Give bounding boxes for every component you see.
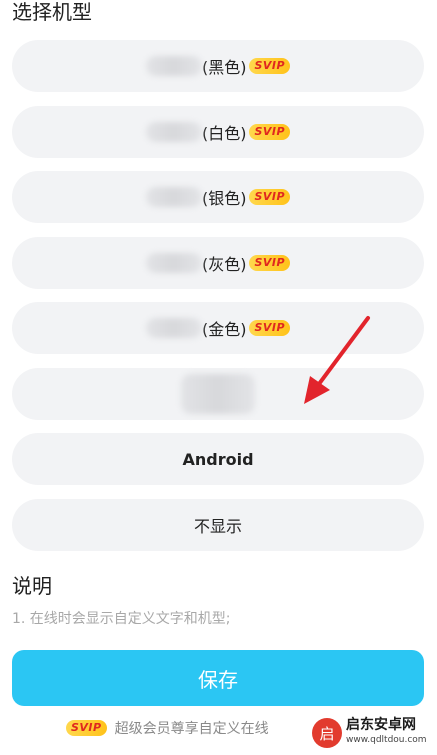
model-option-white[interactable]: (白色) SVIP [12,105,424,158]
model-option-android[interactable]: Android [12,433,424,485]
watermark-url: www.qdltdou.com [346,735,427,745]
description-text: 1. 在线时会显示自定义文字和机型; [12,608,424,630]
footer-text: 超级会员尊享自定义在线 [114,721,269,737]
site-watermark: 启 启东安卓网 www.qdltdou.com [312,714,430,752]
watermark-logo-icon: 启 [312,718,342,748]
svip-badge: SVIP [249,58,291,74]
save-button[interactable]: 保存 [12,650,424,706]
svip-footer-note: SVIP 超级会员尊享自定义在线 [66,718,269,738]
option-label: (金色) [201,320,247,339]
svip-badge: SVIP [66,720,107,736]
model-option-hide[interactable]: 不显示 [12,498,424,551]
option-label: (白色) [201,123,247,143]
watermark-title: 启东安卓网 [346,717,416,733]
option-label: 不显示 [193,516,242,536]
option-label: (黑色) [201,58,247,77]
blurred-model-name [145,318,202,338]
blurred-model-name [145,56,202,76]
svip-badge: SVIP [249,189,291,205]
blurred-model-name [145,121,202,142]
blurred-model-name [181,373,255,414]
blurred-model-name [145,252,202,273]
model-option-gray[interactable]: (灰色) SVIP [12,236,424,289]
model-option-silver[interactable]: (银色) SVIP [12,171,424,223]
option-label: Android [182,449,254,469]
model-option-black[interactable]: (黑色) SVIP [12,40,424,92]
option-label: (灰色) [201,254,247,274]
svip-badge: SVIP [249,123,291,140]
select-model-title: 选择机型 [12,0,92,24]
option-label: (银色) [201,189,247,208]
description-title: 说明 [12,574,52,598]
svip-badge: SVIP [249,320,291,336]
description-line-1: 1. 在线时会显示自定义文字和机型; [12,611,231,627]
svip-badge: SVIP [249,254,291,271]
model-option-list: (黑色) SVIP (白色) SVIP (银色) SVIP (灰色) SVIP … [12,40,424,564]
blurred-model-name [145,187,202,207]
red-arrow-annotation [304,316,370,404]
